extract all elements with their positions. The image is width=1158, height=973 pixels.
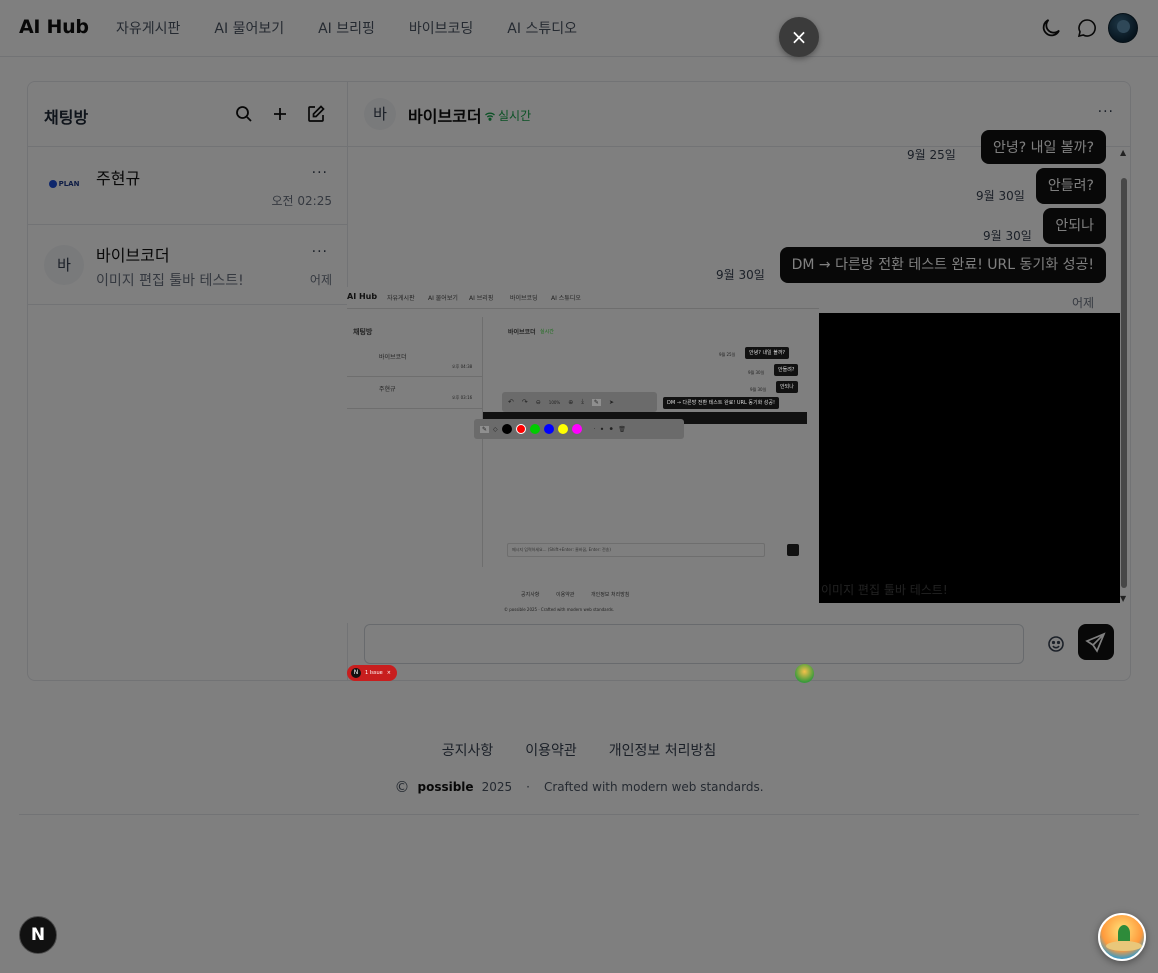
color-swatch-blue (543, 424, 554, 434)
preview-message: 안들려? (774, 364, 799, 376)
island-avatar-button[interactable] (1098, 913, 1146, 961)
close-icon: × (386, 670, 391, 676)
preview-footer-copy: © possible 2025 · Crafted with modern we… (504, 607, 615, 612)
brush-size-medium: • (599, 424, 605, 434)
preview-send-button (787, 544, 799, 556)
preview-message: 안녕? 내일 볼까? (745, 347, 790, 359)
pen-icon: ✎ (480, 425, 490, 433)
preview-nav-divider (347, 308, 819, 309)
preview-room-time: 오후 04:38 (452, 364, 473, 369)
preview-footer-link: 공지사항 (521, 592, 540, 598)
zoom-out-icon: ⊖ (535, 398, 541, 406)
brush-size-large: • (608, 423, 615, 435)
redo-icon: ↷ (521, 398, 528, 406)
preview-color-toolbar: ✎ ◇ · • • 🗑 (474, 419, 684, 439)
preview-room-name: 주현규 (379, 386, 396, 393)
preview-logo: AI Hub (347, 292, 378, 301)
image-caption: 이미지 편집 툴바 테스트! (821, 583, 948, 597)
zoom-level: 100% (548, 399, 561, 405)
zoom-in-icon: ⊕ (568, 398, 574, 406)
preview-message: DM → 다른방 전환 테스트 완료! URL 동기화 성공! (663, 397, 779, 409)
color-swatch-green (529, 424, 540, 434)
color-swatch-red (515, 424, 526, 434)
brush-size-small: · (593, 425, 596, 433)
eraser-icon: ◇ (493, 425, 498, 433)
color-swatch-magenta (571, 424, 582, 434)
download-icon: ⤓ (581, 398, 584, 405)
close-viewer-button[interactable]: × (779, 17, 819, 57)
preview-room-time: 오후 03:16 (452, 395, 473, 400)
preview-dark-image (819, 313, 1120, 603)
preview-message-date: 9월 30일 (750, 387, 767, 392)
preview-avatar (795, 664, 814, 683)
preview-nav-link: AI 브리핑 (469, 295, 494, 302)
pen-icon: ✎ (591, 398, 601, 406)
preview-input: 메시지 입력하세요... (Shift+Enter: 줄바꿈, Enter: 전… (507, 543, 765, 557)
next-logo-icon: N (351, 668, 361, 678)
preview-room: 주현규 오후 03:16 (347, 377, 483, 409)
preview-message: 안되나 (776, 381, 798, 393)
preview-nav-link: 자유게시판 (387, 295, 415, 302)
preview-room-name: 바이브코더 (379, 354, 407, 361)
preview-room: 바이브코더 오후 04:38 (347, 346, 483, 377)
preview-edit-toolbar: ↶ ↷ ⊖ 100% ⊕ ⤓ ✎ ➤ (502, 392, 657, 412)
preview-input-placeholder: 메시지 입력하세요... (Shift+Enter: 줄바꿈, Enter: 전… (512, 547, 611, 552)
preview-nav-link: AI 스튜디오 (551, 295, 581, 302)
preview-nav-link: 바이브코딩 (510, 295, 538, 302)
preview-sidebar: 채팅방 바이브코더 오후 04:38 주현규 오후 03:16 (347, 317, 483, 567)
preview-footer-link: 개인정보 처리방침 (591, 592, 630, 598)
trash-icon: 🗑 (618, 425, 626, 433)
undo-icon: ↶ (508, 398, 514, 406)
preview-chat-title: 바이브코더 (508, 329, 536, 336)
issue-badge-label: 1 Issue (365, 670, 383, 676)
preview-message-date: 9월 30일 (748, 370, 765, 375)
preview-chat-status: 실시간 (540, 329, 554, 335)
next-dev-button[interactable]: N (19, 916, 57, 954)
preview-nav-link: AI 물어보기 (428, 295, 458, 302)
color-swatch-yellow (557, 424, 568, 434)
issue-badge[interactable]: N 1 Issue × (347, 665, 397, 681)
image-preview[interactable]: AI Hub 자유게시판 AI 물어보기 AI 브리핑 바이브코딩 AI 스튜디… (347, 287, 819, 623)
preview-message-date: 9월 25일 (719, 352, 736, 357)
color-swatch-black (501, 424, 512, 434)
preview-sidebar-title: 채팅방 (353, 328, 373, 336)
preview-footer-link: 이용약관 (556, 592, 575, 598)
send-icon: ➤ (608, 398, 614, 406)
